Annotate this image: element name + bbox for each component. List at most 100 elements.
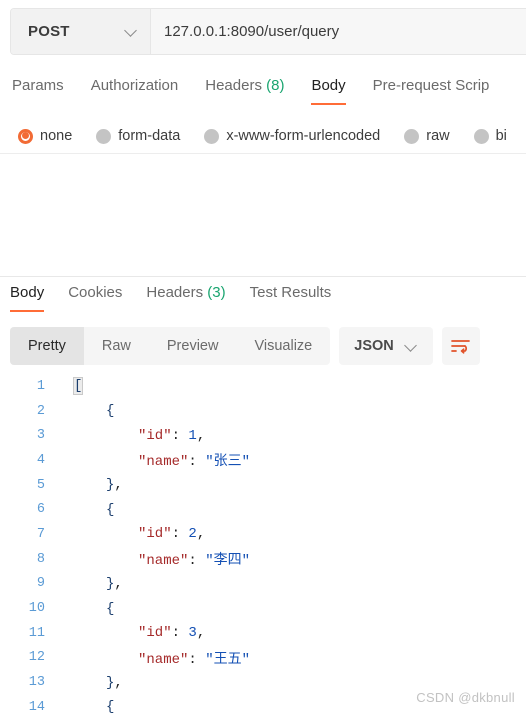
- line-number: 12: [28, 650, 45, 666]
- request-url-bar: POST 127.0.0.1:8090/user/query: [10, 8, 526, 55]
- watermark: CSDN @dkbnull: [416, 690, 515, 705]
- wrap-text-icon: [451, 340, 471, 354]
- code-line: 10 {: [0, 596, 526, 621]
- request-tab-bar: Params Authorization Headers (8) Body Pre-re…: [0, 72, 526, 109]
- request-body-pane[interactable]: [0, 153, 526, 277]
- code-token: ,: [196, 625, 206, 642]
- tab-label: Pre-request Scrip: [372, 77, 490, 94]
- radio-button-icon[interactable]: [96, 128, 112, 144]
- code-line: 1[: [0, 374, 526, 399]
- line-number: 13: [28, 675, 45, 691]
- wrap-text-button[interactable]: [441, 327, 480, 365]
- format-mode-raw[interactable]: Raw: [84, 327, 149, 365]
- code-token: :: [171, 625, 189, 642]
- radio-button-icon[interactable]: [18, 128, 33, 144]
- line-number: 9: [36, 576, 45, 592]
- body-type-bi[interactable]: bi: [473, 128, 507, 144]
- chevron-down-icon: [125, 25, 138, 38]
- radio-button-icon[interactable]: [404, 128, 420, 144]
- body-type-raw[interactable]: raw: [404, 128, 450, 144]
- code-token: {: [106, 501, 115, 518]
- code-text: {: [56, 403, 526, 419]
- body-type-form-data[interactable]: form-data: [96, 128, 180, 144]
- code-text: {: [56, 601, 526, 617]
- response-body-code[interactable]: 1[2{3 "id": 1, 4 "name": "张三" 5}, 6{7 "id": 2,…: [0, 374, 526, 715]
- code-line: 3 "id": 1,: [0, 423, 526, 448]
- code-token: ,: [196, 427, 206, 444]
- tab-label: Headers: [146, 284, 204, 301]
- tab-label: Headers: [205, 77, 262, 94]
- code-line: 7 "id": 2,: [0, 522, 526, 547]
- http-method-selector[interactable]: POST: [11, 9, 151, 54]
- code-line: 8 "name": "李四": [0, 547, 526, 572]
- response-tab-bar: Body Cookies Headers (3) Test Results: [0, 282, 526, 318]
- code-token: 2: [188, 526, 197, 543]
- code-token: "李四": [205, 553, 251, 570]
- code-token: 1: [188, 427, 197, 444]
- code-text: "name": "王五": [56, 648, 526, 668]
- line-number: 2: [36, 403, 45, 419]
- code-token: ,: [114, 674, 123, 691]
- body-type-x-www-form-urlencoded[interactable]: x-www-form-urlencoded: [204, 128, 380, 144]
- tab-count-badge: (8): [261, 77, 285, 94]
- code-token: "id": [138, 625, 172, 642]
- format-mode-pretty[interactable]: Pretty: [10, 327, 84, 365]
- content-type-selector[interactable]: JSON: [339, 327, 433, 365]
- format-mode-preview[interactable]: Preview: [149, 327, 237, 365]
- code-token: ,: [196, 526, 206, 543]
- response-tab-headers[interactable]: Headers (3): [146, 282, 225, 312]
- line-number: 10: [28, 601, 45, 617]
- code-text: [: [56, 377, 526, 396]
- code-line: 11 "id": 3,: [0, 621, 526, 646]
- body-type-radio-group: none form-data x-www-form-urlencoded raw bi: [0, 120, 526, 152]
- code-token: :: [171, 526, 189, 543]
- line-number: 3: [36, 428, 45, 444]
- line-number: 8: [36, 551, 45, 567]
- code-token: "张三": [205, 454, 251, 471]
- tab-label: Cookies: [68, 284, 123, 301]
- body-type-none[interactable]: none: [18, 128, 72, 144]
- code-token: {: [106, 403, 115, 420]
- code-token: 3: [188, 625, 197, 642]
- code-line: 12 "name": "王五": [0, 646, 526, 671]
- code-token: :: [188, 651, 206, 668]
- response-tab-cookies[interactable]: Cookies: [68, 282, 122, 312]
- radio-label: bi: [495, 128, 507, 144]
- request-tab-params[interactable]: Params: [12, 72, 64, 105]
- radio-button-icon[interactable]: [204, 128, 220, 144]
- code-line: 2{: [0, 399, 526, 424]
- request-tab-body[interactable]: Body: [311, 72, 346, 105]
- response-tab-body[interactable]: Body: [10, 282, 45, 312]
- code-token: "name": [138, 454, 189, 471]
- line-number: 5: [36, 477, 45, 493]
- tab-label: Body: [10, 284, 45, 301]
- response-tab-test-results[interactable]: Test Results: [250, 282, 332, 312]
- code-token: "id": [138, 526, 172, 543]
- line-number: 14: [28, 699, 45, 715]
- line-number: 4: [36, 452, 45, 468]
- code-token: [: [72, 377, 84, 396]
- code-token: :: [171, 427, 189, 444]
- url-input[interactable]: 127.0.0.1:8090/user/query: [151, 9, 526, 54]
- radio-label: none: [40, 128, 73, 144]
- code-text: "name": "张三": [56, 450, 526, 470]
- request-tab-headers[interactable]: Headers (8): [205, 72, 284, 105]
- request-tab-authorization[interactable]: Authorization: [91, 72, 179, 105]
- code-text: },: [56, 675, 526, 691]
- radio-label: form-data: [118, 128, 181, 144]
- tab-label: Test Results: [249, 284, 332, 301]
- format-mode-visualize[interactable]: Visualize: [236, 327, 330, 365]
- code-text: },: [56, 477, 526, 493]
- code-text: },: [56, 576, 526, 592]
- code-token: ,: [114, 477, 123, 494]
- code-text: "id": 2,: [56, 526, 526, 542]
- code-text: "name": "李四": [56, 549, 526, 569]
- request-tab-pre-request-scrip[interactable]: Pre-request Scrip: [373, 72, 490, 105]
- code-line: 4 "name": "张三": [0, 448, 526, 473]
- postman-response-screen: POST 127.0.0.1:8090/user/query Params Aut…: [0, 0, 526, 715]
- code-token: "name": [138, 651, 189, 668]
- response-format-toolbar: Pretty Raw Preview Visualize JSON: [10, 326, 516, 366]
- radio-button-icon[interactable]: [473, 128, 489, 144]
- http-method-label: POST: [28, 23, 70, 40]
- radio-label: raw: [426, 128, 450, 144]
